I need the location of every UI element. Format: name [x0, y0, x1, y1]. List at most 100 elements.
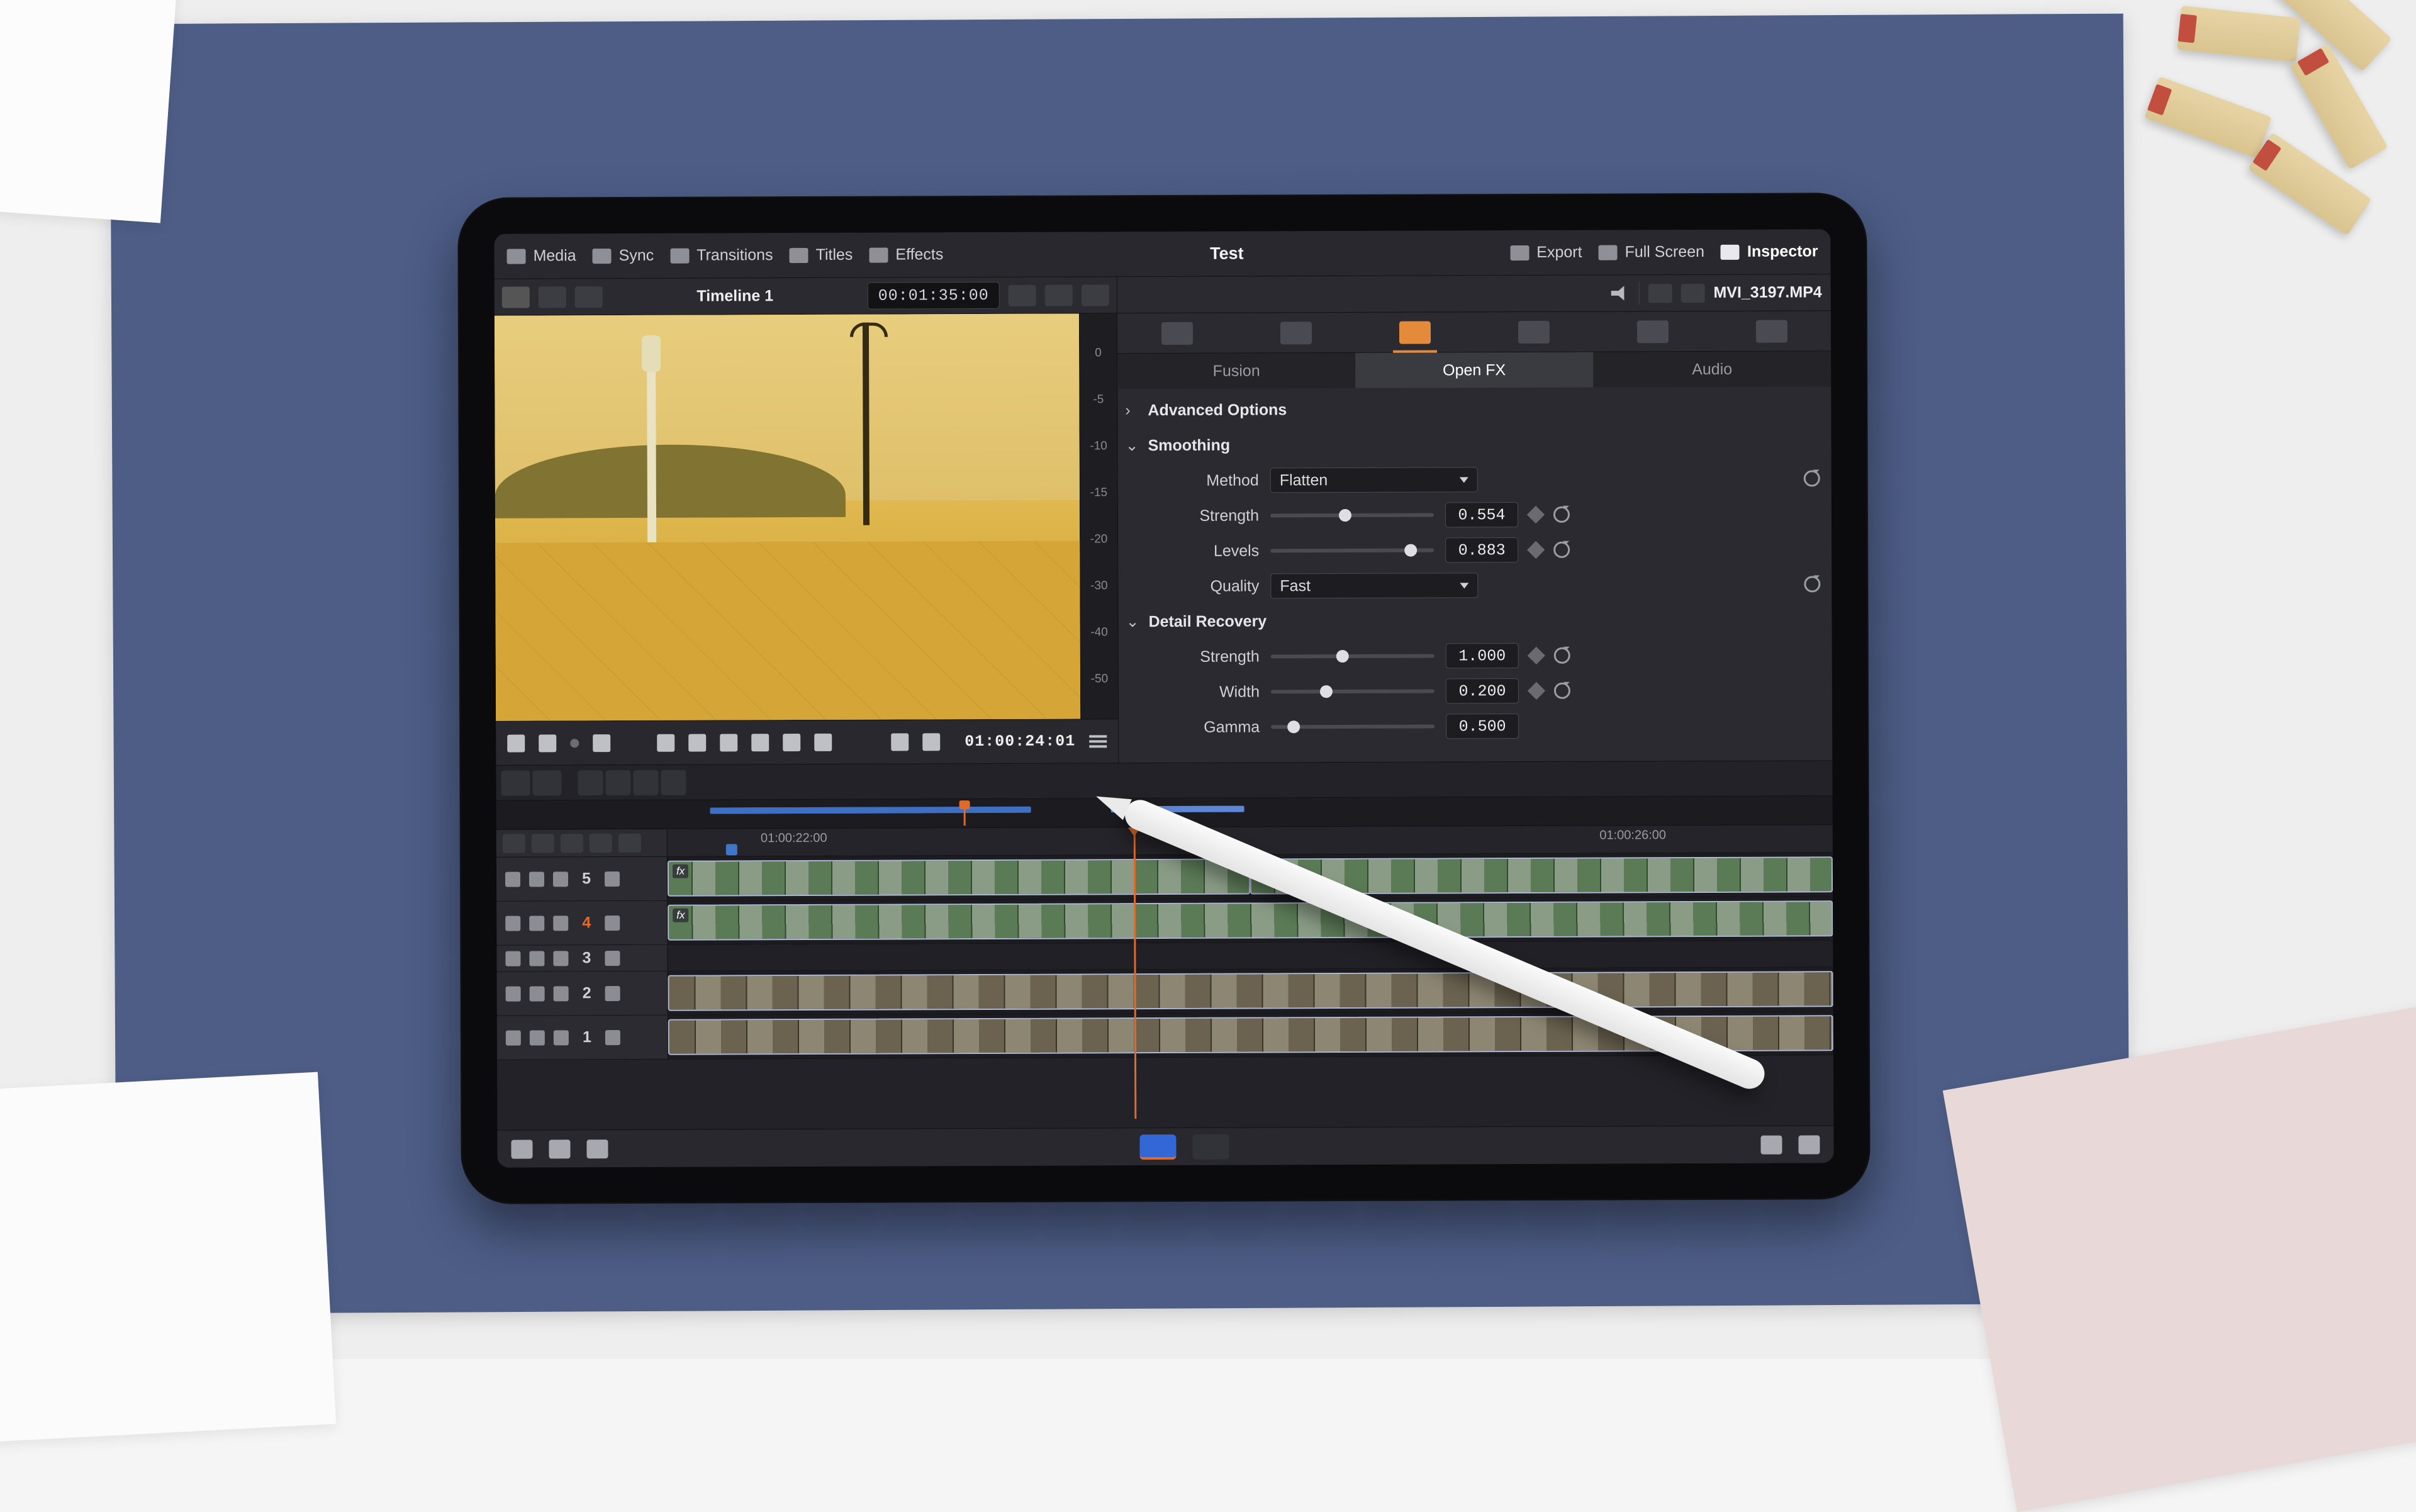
timeline-clip[interactable]: fx: [668, 900, 1833, 940]
track-expand-icon[interactable]: [605, 951, 620, 966]
detail-gamma-value[interactable]: 0.500: [1446, 714, 1519, 739]
inspector-tab-audio-icon[interactable]: [1280, 322, 1311, 344]
inspector-tab-video-icon[interactable]: [1161, 322, 1192, 344]
audio-sync-icon[interactable]: [561, 834, 583, 853]
detail-width-slider[interactable]: [1271, 689, 1434, 693]
track-number[interactable]: 3: [577, 949, 596, 967]
reset-icon[interactable]: [1554, 647, 1570, 664]
track-expand-icon[interactable]: [605, 1030, 620, 1045]
video-enable-icon[interactable]: [553, 871, 568, 887]
append-icon[interactable]: [605, 770, 630, 795]
snap-magnet-icon[interactable]: [503, 834, 525, 853]
minimap-segment[interactable]: [710, 807, 1031, 814]
step-back-icon[interactable]: [688, 734, 706, 751]
viewer-color-icon[interactable]: [1082, 284, 1109, 306]
video-enable-icon[interactable]: [554, 986, 569, 1001]
smoothing-strength-value[interactable]: 0.554: [1445, 502, 1518, 527]
transitions-button[interactable]: Transitions: [670, 246, 773, 265]
redo-icon[interactable]: [549, 1140, 570, 1158]
media-button[interactable]: Media: [506, 247, 576, 265]
section-detail-recovery[interactable]: ⌄ Detail Recovery: [1126, 602, 1820, 639]
minimap-playhead[interactable]: [964, 802, 966, 826]
page-cut-icon[interactable]: [1139, 1134, 1176, 1159]
trash-icon[interactable]: [586, 1140, 608, 1158]
subtab-openfx[interactable]: Open FX: [1355, 352, 1593, 388]
viewer-mode-source-icon[interactable]: [502, 286, 530, 308]
smoothing-levels-value[interactable]: 0.883: [1445, 537, 1518, 563]
inspector-toggle-button[interactable]: Inspector: [1721, 242, 1818, 261]
speaker-icon[interactable]: [529, 951, 544, 966]
trim-mode-icon[interactable]: [539, 734, 556, 752]
timeline-duration-timecode[interactable]: 00:01:35:00: [868, 282, 1000, 310]
clip-audio-icon[interactable]: [1681, 283, 1704, 302]
inspector-tab-effects-icon[interactable]: [1399, 321, 1430, 344]
viewer-options-icon[interactable]: [1089, 735, 1107, 748]
reset-icon[interactable]: [1553, 507, 1570, 523]
keyframe-diamond-icon[interactable]: [1528, 682, 1545, 700]
export-button[interactable]: Export: [1510, 244, 1582, 262]
track-lane[interactable]: fx: [668, 897, 1833, 944]
titles-button[interactable]: Titles: [790, 246, 853, 264]
stop-icon[interactable]: [720, 734, 737, 751]
undo-icon[interactable]: [511, 1140, 532, 1158]
smoothing-levels-slider[interactable]: [1270, 549, 1434, 553]
ripple-overwrite-icon[interactable]: [633, 770, 658, 795]
video-enable-icon[interactable]: [553, 916, 568, 931]
detail-strength-slider[interactable]: [1271, 654, 1434, 658]
play-icon[interactable]: [751, 734, 769, 751]
playhead-timecode[interactable]: 01:00:24:01: [965, 732, 1075, 751]
track-expand-icon[interactable]: [605, 986, 620, 1001]
section-advanced-options[interactable]: › Advanced Options: [1125, 390, 1820, 428]
page-color-icon[interactable]: [1192, 1134, 1229, 1159]
go-prev-edit-icon[interactable]: [891, 733, 909, 751]
video-enable-icon[interactable]: [553, 951, 568, 966]
track-number[interactable]: 2: [578, 984, 596, 1002]
track-number[interactable]: 1: [578, 1028, 596, 1046]
marker-add-icon[interactable]: [590, 834, 612, 853]
lock-icon[interactable]: [506, 1030, 521, 1045]
viewer-mode-timeline-icon[interactable]: [575, 286, 603, 308]
track-number[interactable]: 4: [577, 914, 596, 932]
speaker-icon[interactable]: [529, 871, 544, 887]
keyframe-diamond-icon[interactable]: [1527, 541, 1545, 559]
inspector-body[interactable]: › Advanced Options ⌄ Smoothing Method Fl…: [1117, 386, 1832, 763]
detail-gamma-slider[interactable]: [1271, 724, 1434, 729]
settings-gear-icon[interactable]: [1798, 1135, 1820, 1154]
volume-icon[interactable]: [1611, 285, 1630, 301]
method-dropdown[interactable]: Flatten: [1270, 467, 1478, 493]
dynamic-trim-icon[interactable]: [593, 734, 610, 752]
home-icon[interactable]: [1760, 1135, 1782, 1154]
reset-icon[interactable]: [1554, 683, 1570, 699]
track-expand-icon[interactable]: [605, 916, 620, 931]
reset-icon[interactable]: [1553, 542, 1570, 558]
detail-strength-value[interactable]: 1.000: [1446, 643, 1519, 668]
viewer-mode-multicam-icon[interactable]: [539, 286, 566, 308]
effects-button[interactable]: Effects: [869, 245, 943, 264]
sync-button[interactable]: Sync: [593, 247, 654, 265]
keyframe-diamond-icon[interactable]: [1527, 506, 1545, 524]
smart-insert-icon[interactable]: [578, 770, 603, 795]
detail-width-value[interactable]: 0.200: [1446, 678, 1519, 703]
fast-review-icon[interactable]: [507, 734, 525, 752]
quality-dropdown[interactable]: Fast: [1270, 573, 1478, 598]
subtab-fusion[interactable]: Fusion: [1117, 353, 1355, 389]
inspector-tab-image-icon[interactable]: [1636, 320, 1668, 343]
track-expand-icon[interactable]: [605, 871, 620, 887]
edit-mode-selection-icon[interactable]: [501, 770, 530, 795]
video-viewer[interactable]: [495, 313, 1080, 720]
clip-video-icon[interactable]: [1648, 284, 1672, 303]
timeline-name[interactable]: Timeline 1: [696, 287, 773, 305]
link-selection-icon[interactable]: [532, 834, 554, 853]
reset-method-icon[interactable]: [1804, 470, 1820, 486]
reset-icon[interactable]: [1804, 576, 1820, 592]
subtab-audio[interactable]: Audio: [1593, 351, 1831, 387]
close-up-icon[interactable]: [661, 770, 686, 795]
speaker-icon[interactable]: [530, 986, 545, 1001]
go-start-icon[interactable]: [657, 734, 674, 751]
marker-icon[interactable]: [725, 844, 737, 855]
track-lane[interactable]: [668, 941, 1833, 970]
record-dot-icon[interactable]: [570, 739, 579, 748]
lock-icon[interactable]: [505, 951, 520, 966]
viewer-camera-icon[interactable]: [1009, 284, 1036, 306]
full-screen-button[interactable]: Full Screen: [1598, 243, 1704, 262]
